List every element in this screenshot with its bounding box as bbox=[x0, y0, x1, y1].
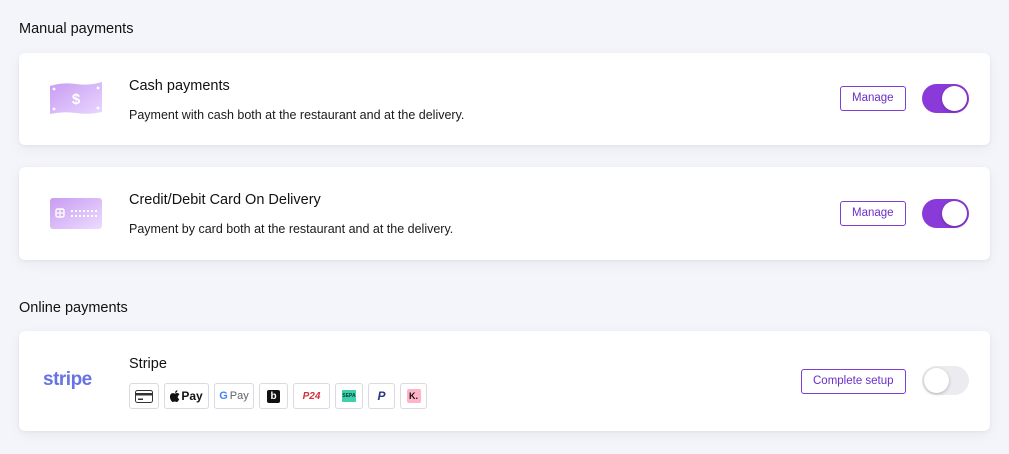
cash-payments-card: $ Cash payments Payment with cash both a… bbox=[19, 53, 990, 145]
apple-pay-icon: Pay bbox=[164, 383, 209, 409]
card-on-delivery-card: Credit/Debit Card On Delivery Payment by… bbox=[19, 167, 990, 260]
section-title-manual-payments: Manual payments bbox=[19, 21, 134, 37]
card-on-delivery-title: Credit/Debit Card On Delivery bbox=[129, 192, 321, 208]
card-on-delivery-enabled-toggle[interactable] bbox=[922, 199, 969, 228]
payment-methods-list: Pay G Pay b P24 SEPA P K. bbox=[129, 383, 427, 409]
cash-dollar-icon: $ bbox=[50, 82, 102, 114]
cash-manage-button[interactable]: Manage bbox=[840, 86, 906, 111]
toggle-knob bbox=[942, 86, 967, 111]
klarna-icon: K. bbox=[400, 383, 427, 409]
section-title-online-payments: Online payments bbox=[19, 300, 128, 316]
cash-payments-title: Cash payments bbox=[129, 78, 230, 94]
cash-dollar-sign: $ bbox=[72, 91, 81, 108]
toggle-knob bbox=[924, 368, 949, 393]
card-on-delivery-description: Payment by card both at the restaurant a… bbox=[129, 222, 454, 236]
stripe-card: stripe Stripe Pay G Pay b P24 SEPA P K. … bbox=[19, 331, 990, 431]
paypal-icon: P bbox=[368, 383, 395, 409]
bancontact-icon: b bbox=[259, 383, 288, 409]
card-icon bbox=[129, 383, 159, 409]
credit-card-icon bbox=[50, 198, 102, 229]
cash-payments-description: Payment with cash both at the restaurant… bbox=[129, 108, 465, 122]
przelewy24-icon: P24 bbox=[293, 383, 330, 409]
stripe-logo: stripe bbox=[43, 369, 92, 390]
stripe-complete-setup-button[interactable]: Complete setup bbox=[801, 369, 906, 394]
stripe-enabled-toggle[interactable] bbox=[922, 366, 969, 395]
google-pay-icon: G Pay bbox=[214, 383, 254, 409]
card-on-delivery-manage-button[interactable]: Manage bbox=[840, 201, 906, 226]
cash-enabled-toggle[interactable] bbox=[922, 84, 969, 113]
stripe-title: Stripe bbox=[129, 356, 167, 372]
sepa-icon: SEPA bbox=[335, 383, 363, 409]
toggle-knob bbox=[942, 201, 967, 226]
